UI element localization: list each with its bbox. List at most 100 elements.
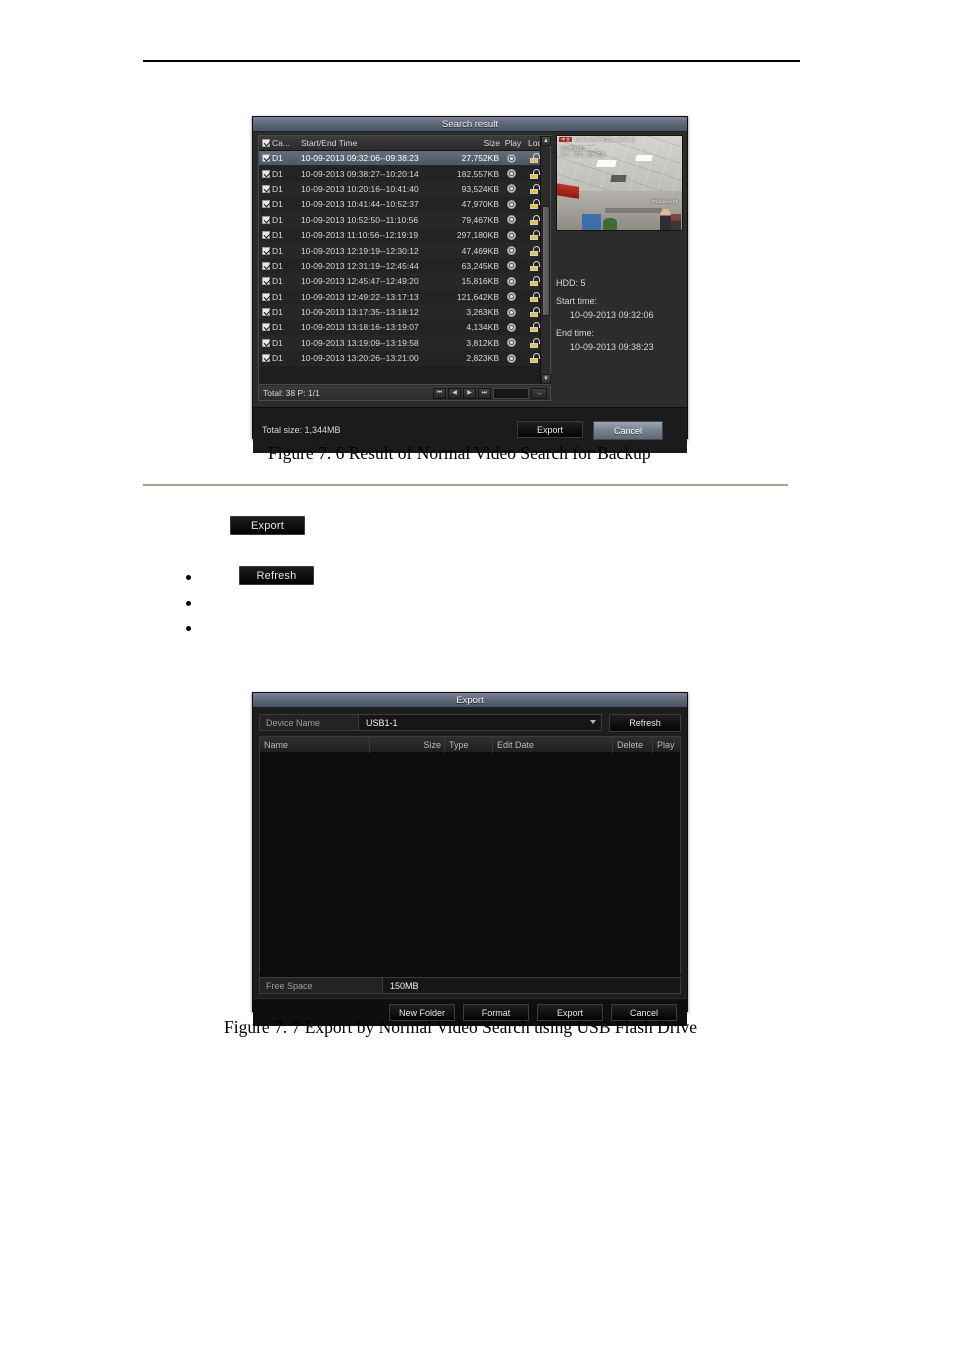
row-checkbox-cell[interactable]: D1 xyxy=(259,153,297,163)
recording-list-scrollbar[interactable]: ▲ ▼ xyxy=(540,136,551,384)
play-icon[interactable] xyxy=(506,169,516,179)
play-icon[interactable] xyxy=(506,199,516,209)
unlock-icon[interactable] xyxy=(529,199,541,210)
row-checkbox[interactable] xyxy=(262,261,270,270)
unlock-icon[interactable] xyxy=(529,230,541,241)
row-checkbox[interactable] xyxy=(262,246,270,255)
unlock-icon[interactable] xyxy=(529,168,541,179)
row-play-cell[interactable] xyxy=(502,338,520,348)
table-row[interactable]: D1 10-09-2013 13:18:16--13:19:07 4,134KB xyxy=(259,320,550,336)
row-play-cell[interactable] xyxy=(502,246,520,256)
row-checkbox[interactable] xyxy=(262,200,270,209)
chevron-down-icon[interactable] xyxy=(590,720,596,724)
row-checkbox[interactable] xyxy=(262,231,270,240)
scrollbar-thumb[interactable] xyxy=(542,206,550,316)
row-play-cell[interactable] xyxy=(502,322,520,332)
row-checkbox-cell[interactable]: D1 xyxy=(259,353,297,363)
row-checkbox-cell[interactable]: D1 xyxy=(259,292,297,302)
play-icon[interactable] xyxy=(506,322,516,332)
row-play-cell[interactable] xyxy=(502,169,520,179)
row-play-cell[interactable] xyxy=(502,353,520,363)
table-row[interactable]: D1 10-09-2013 13:17:35--13:18:12 3,263KB xyxy=(259,304,550,321)
row-checkbox[interactable] xyxy=(262,354,270,363)
row-play-cell[interactable] xyxy=(502,276,520,286)
row-checkbox-cell[interactable]: D1 xyxy=(259,307,297,317)
row-checkbox[interactable] xyxy=(262,154,270,163)
first-page-icon[interactable]: ⏮ xyxy=(433,387,446,399)
row-checkbox-cell[interactable]: D1 xyxy=(259,169,297,179)
play-icon[interactable] xyxy=(506,153,516,163)
last-page-icon[interactable]: ⏭ xyxy=(478,387,491,399)
page-number-input[interactable] xyxy=(493,387,529,399)
row-play-cell[interactable] xyxy=(502,184,520,194)
unlock-icon[interactable] xyxy=(529,353,541,364)
unlock-icon[interactable] xyxy=(529,245,541,256)
file-list-body[interactable] xyxy=(260,753,680,989)
row-play-cell[interactable] xyxy=(502,199,520,209)
export-button[interactable]: Export xyxy=(517,421,583,438)
unlock-icon[interactable] xyxy=(529,276,541,287)
table-row[interactable]: D1 10-09-2013 10:52:50--11:10:56 79,467KB xyxy=(259,212,550,228)
row-checkbox-cell[interactable]: D1 xyxy=(259,199,297,209)
row-checkbox-cell[interactable]: D1 xyxy=(259,230,297,240)
table-row[interactable]: D1 10-09-2013 12:45:47--12:49:20 15,816KB xyxy=(259,274,550,290)
row-checkbox-cell[interactable]: D1 xyxy=(259,261,297,271)
table-row[interactable]: D1 10-09-2013 10:41:44--10:52:37 47,970KB xyxy=(259,197,550,213)
unlock-icon[interactable] xyxy=(529,307,541,318)
row-checkbox-cell[interactable]: D1 xyxy=(259,322,297,332)
row-checkbox[interactable] xyxy=(262,215,270,224)
play-icon[interactable] xyxy=(506,184,516,194)
row-play-cell[interactable] xyxy=(502,292,520,302)
go-arrow-icon[interactable]: → xyxy=(531,387,547,399)
unlock-icon[interactable] xyxy=(529,214,541,225)
table-row[interactable]: D1 10-09-2013 09:38:27--10:20:14 182,557KB xyxy=(259,166,550,182)
unlock-icon[interactable] xyxy=(529,337,541,348)
row-checkbox-cell[interactable]: D1 xyxy=(259,246,297,256)
unlock-icon[interactable] xyxy=(529,291,541,302)
row-checkbox[interactable] xyxy=(262,338,270,347)
inline-export-button[interactable]: Export xyxy=(230,516,305,535)
play-icon[interactable] xyxy=(506,307,516,317)
play-icon[interactable] xyxy=(506,215,516,225)
refresh-button[interactable]: Refresh xyxy=(609,713,681,732)
table-row[interactable]: D1 10-09-2013 12:31:19--12:45:44 63,245KB xyxy=(259,258,550,275)
play-icon[interactable] xyxy=(506,230,516,240)
row-checkbox-cell[interactable]: D1 xyxy=(259,215,297,225)
row-play-cell[interactable] xyxy=(502,153,520,163)
table-row[interactable]: D1 10-09-2013 10:20:16--10:41:40 93,524KB xyxy=(259,181,550,198)
device-name-select[interactable]: USB1-1 xyxy=(359,714,602,731)
play-icon[interactable] xyxy=(506,246,516,256)
play-icon[interactable] xyxy=(506,353,516,363)
table-row[interactable]: D1 10-09-2013 12:49:22--13:17:13 121,642KB xyxy=(259,289,550,305)
next-page-icon[interactable]: ▶ xyxy=(463,387,476,399)
table-row[interactable]: D1 10-09-2013 12:19:19--12:30:12 47,469KB xyxy=(259,243,550,259)
row-checkbox[interactable] xyxy=(262,169,270,178)
table-row[interactable]: D1 10-09-2013 13:19:09--13:19:58 3,812KB xyxy=(259,335,550,352)
play-icon[interactable] xyxy=(506,276,516,286)
row-checkbox[interactable] xyxy=(262,184,270,193)
table-row[interactable]: D1 10-09-2013 09:32:06--09:38:23 27,752KB xyxy=(259,151,550,167)
row-checkbox[interactable] xyxy=(262,308,270,317)
table-row[interactable]: D1 10-09-2013 13:20:26--13:21:00 2,823KB xyxy=(259,351,550,367)
unlock-icon[interactable] xyxy=(529,260,541,271)
unlock-icon[interactable] xyxy=(529,183,541,194)
prev-page-icon[interactable]: ◀ xyxy=(448,387,461,399)
play-icon[interactable] xyxy=(506,292,516,302)
scroll-up-icon[interactable]: ▲ xyxy=(541,136,551,146)
play-icon[interactable] xyxy=(506,338,516,348)
play-icon[interactable] xyxy=(506,261,516,271)
row-checkbox-cell[interactable]: D1 xyxy=(259,276,297,286)
scroll-down-icon[interactable]: ▼ xyxy=(541,374,551,384)
select-all-checkbox[interactable] xyxy=(262,139,270,147)
unlock-icon[interactable] xyxy=(529,322,541,333)
video-preview[interactable]: 中文 10-09-2013 星期二 09:38:11 多向我们提出意见， 人心、信… xyxy=(556,135,683,231)
row-checkbox-cell[interactable]: D1 xyxy=(259,338,297,348)
row-play-cell[interactable] xyxy=(502,307,520,317)
cancel-button[interactable]: Cancel xyxy=(593,421,663,440)
row-checkbox[interactable] xyxy=(262,292,270,301)
unlock-icon[interactable] xyxy=(529,153,541,164)
table-row[interactable]: D1 10-09-2013 11:10:56--12:19:19 297,180KB xyxy=(259,227,550,244)
row-play-cell[interactable] xyxy=(502,230,520,240)
inline-refresh-button[interactable]: Refresh xyxy=(239,566,314,585)
row-play-cell[interactable] xyxy=(502,261,520,271)
